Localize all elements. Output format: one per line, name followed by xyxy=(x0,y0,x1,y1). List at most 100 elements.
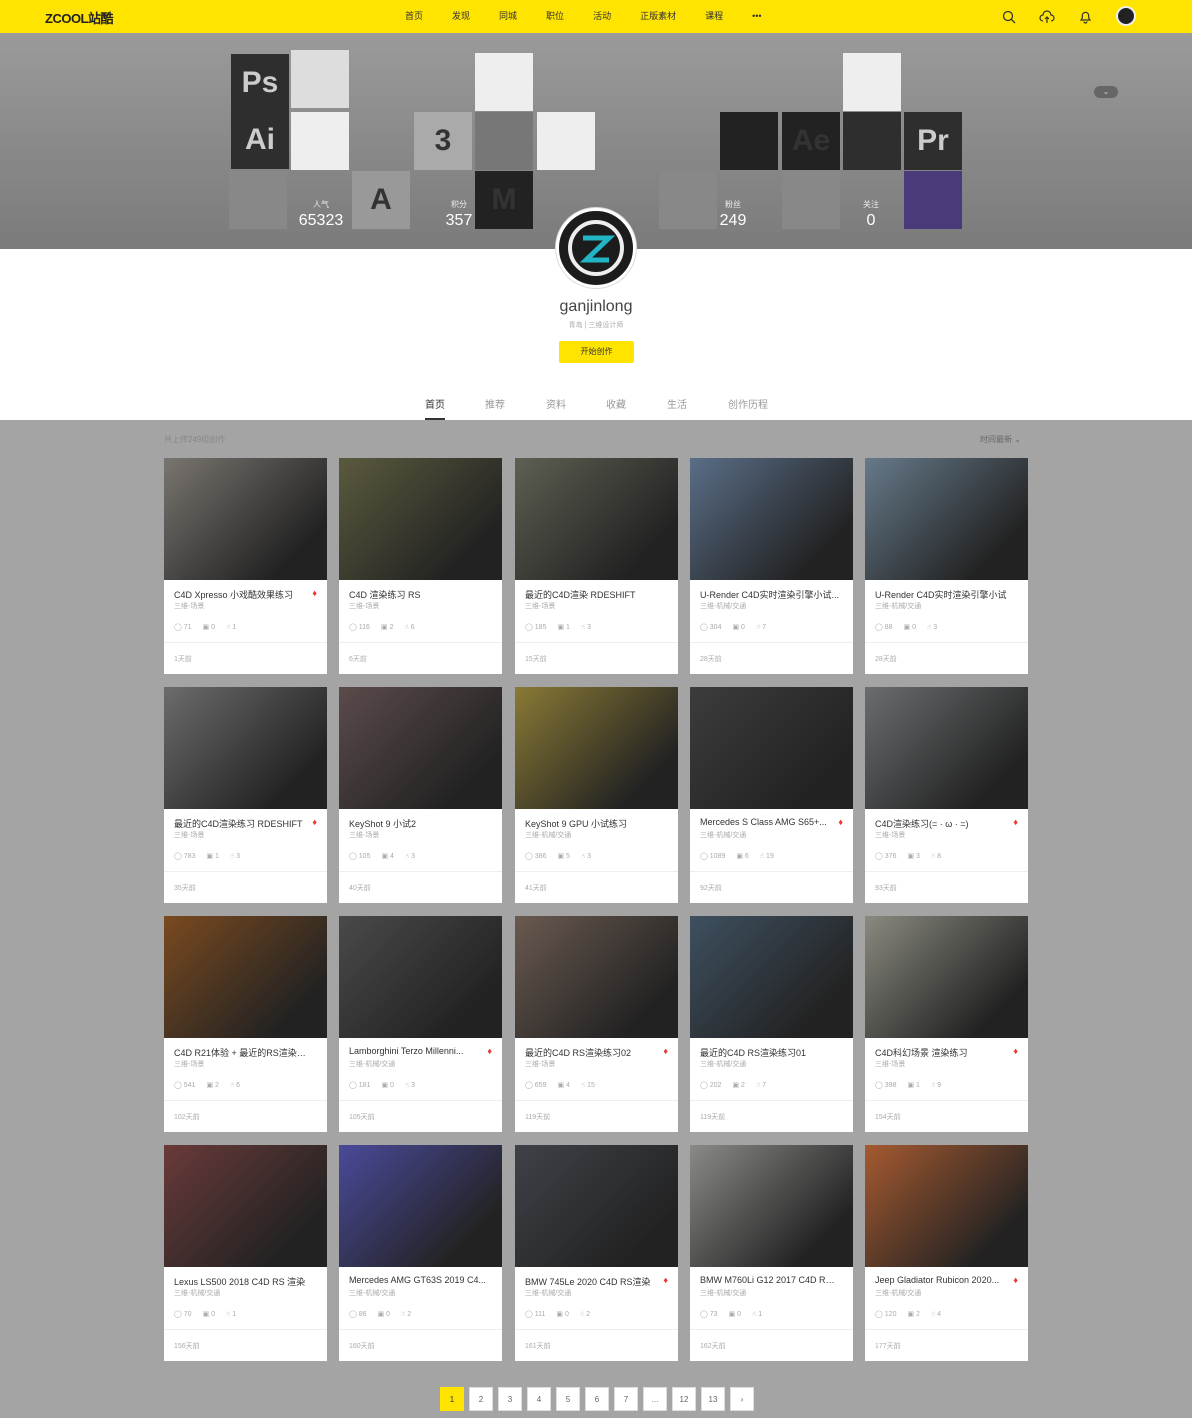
work-thumbnail[interactable] xyxy=(339,458,502,580)
nav-item-4[interactable]: 活动 xyxy=(593,0,611,33)
nav-item-5[interactable]: 正版素材 xyxy=(640,0,676,33)
work-title[interactable]: 最近的C4D RS渲染练习02 xyxy=(525,1046,665,1059)
work-title[interactable]: U-Render C4D实时渲染引擎小试... xyxy=(700,588,840,601)
chevron-down-icon[interactable]: ⌄ xyxy=(1094,86,1118,98)
nav-item-3[interactable]: 职位 xyxy=(546,0,564,33)
page-button-2[interactable]: 3 xyxy=(498,1387,522,1411)
nav-item-0[interactable]: 首页 xyxy=(405,0,423,33)
work-title[interactable]: Mercedes S Class AMG S65+... xyxy=(700,817,840,827)
work-card[interactable]: Mercedes S Class AMG S65+... ♦ 三维-机械/交通 ◯ 1… xyxy=(690,687,853,903)
work-title[interactable]: C4D渲染练习(= · ω · =) xyxy=(875,817,1015,830)
page-button-0[interactable]: 1 xyxy=(440,1387,464,1411)
software-icon xyxy=(229,171,287,229)
nav-item-1[interactable]: 发现 xyxy=(452,0,470,33)
page-button-3[interactable]: 4 xyxy=(527,1387,551,1411)
work-title[interactable]: Jeep Gladiator Rubicon 2020... xyxy=(875,1275,1015,1285)
work-card[interactable]: U-Render C4D实时渲染引擎小试 三维-机械/交通 ◯ 88 ▣ 0 ☝ 3 28… xyxy=(865,458,1028,674)
tab-5[interactable]: 创作历程 xyxy=(728,396,768,411)
work-thumbnail[interactable] xyxy=(164,687,327,809)
user-avatar-small[interactable] xyxy=(1116,6,1136,26)
start-creating-button[interactable]: 开始创作 xyxy=(559,341,634,363)
work-title[interactable]: C4D R21体验 + 最近的RS渲染练习 xyxy=(174,1046,314,1059)
page-button-10[interactable]: › xyxy=(730,1387,754,1411)
work-time: 28天前 xyxy=(700,656,722,663)
work-card[interactable]: Mercedes AMG GT63S 2019 C4... 三维-机械/交通 ◯ 8… xyxy=(339,1145,502,1361)
work-card[interactable]: Jeep Gladiator Rubicon 2020... ♦ 三维-机械/交通 ◯… xyxy=(865,1145,1028,1361)
tab-4[interactable]: 生活 xyxy=(667,396,687,411)
likes-count: 1 xyxy=(232,1311,237,1318)
page-button-1[interactable]: 2 xyxy=(469,1387,493,1411)
work-title[interactable]: C4D 渲染练习 RS xyxy=(349,588,489,601)
work-thumbnail[interactable] xyxy=(865,687,1028,809)
likes-count: 3 xyxy=(587,624,592,631)
nav-item-7[interactable]: ••• xyxy=(752,0,761,33)
work-card[interactable]: 最近的C4D RS渲染练习02 ♦ 三维-场景 ◯ 659 ▣ 4 ☝ 15 119天前 xyxy=(515,916,678,1132)
sort-select[interactable]: 时间最新 ⌄ xyxy=(980,434,1021,445)
work-card[interactable]: C4D Xpresso 小戏酷效果练习 ♦ 三维-场景 ◯ 71 ▣ 0 ☝ 1 1天前 xyxy=(164,458,327,674)
work-thumbnail[interactable] xyxy=(164,1145,327,1267)
work-title[interactable]: 最近的C4D渲染 RDESHIFT xyxy=(525,588,665,601)
work-card[interactable]: Lexus LS500 2018 C4D RS 渲染 三维-机械/交通 ◯ 70 ▣ … xyxy=(164,1145,327,1361)
work-thumbnail[interactable] xyxy=(164,458,327,580)
work-title[interactable]: BMW 745Le 2020 C4D RS渲染 xyxy=(525,1275,665,1288)
work-thumbnail[interactable] xyxy=(339,687,502,809)
work-title[interactable]: BMW M760Li G12 2017 C4D RS ... xyxy=(700,1275,840,1285)
work-title[interactable]: C4D科幻场景 渲染练习 xyxy=(875,1046,1015,1059)
page-button-4[interactable]: 5 xyxy=(556,1387,580,1411)
work-thumbnail[interactable] xyxy=(515,916,678,1038)
search-icon[interactable] xyxy=(1000,8,1018,26)
work-thumbnail[interactable] xyxy=(865,916,1028,1038)
work-title[interactable]: Mercedes AMG GT63S 2019 C4... xyxy=(349,1275,489,1285)
page-button-9[interactable]: 13 xyxy=(701,1387,725,1411)
likes-icon: ☝ 6 xyxy=(229,1082,241,1089)
work-thumbnail[interactable] xyxy=(339,1145,502,1267)
work-title[interactable]: C4D Xpresso 小戏酷效果练习 xyxy=(174,588,314,601)
work-card[interactable]: U-Render C4D实时渲染引擎小试... 三维-机械/交通 ◯ 304 ▣ 0 ☝… xyxy=(690,458,853,674)
work-card[interactable]: KeyShot 9 GPU 小试练习 三维-机械/交通 ◯ 386 ▣ 5 ☝ 3 41天… xyxy=(515,687,678,903)
work-thumbnail[interactable] xyxy=(690,1145,853,1267)
upload-icon[interactable] xyxy=(1038,8,1056,26)
work-thumbnail[interactable] xyxy=(164,916,327,1038)
work-card[interactable]: 最近的C4D RS渲染练习01 三维-机械/交通 ◯ 202 ▣ 2 ☝ 7 119天前 xyxy=(690,916,853,1132)
work-thumbnail[interactable] xyxy=(339,916,502,1038)
work-title[interactable]: KeyShot 9 GPU 小试练习 xyxy=(525,817,665,830)
work-card[interactable]: BMW 745Le 2020 C4D RS渲染 ♦ 三维-机械/交通 ◯ 111 ▣ 0… xyxy=(515,1145,678,1361)
tab-1[interactable]: 推荐 xyxy=(485,396,505,411)
work-thumbnail[interactable] xyxy=(690,687,853,809)
logo[interactable]: ZCOOL站酷 xyxy=(45,8,114,27)
work-title[interactable]: U-Render C4D实时渲染引擎小试 xyxy=(875,588,1015,601)
page-button-6[interactable]: 7 xyxy=(614,1387,638,1411)
page-button-7[interactable]: ... xyxy=(643,1387,667,1411)
work-thumbnail[interactable] xyxy=(515,458,678,580)
bell-icon[interactable] xyxy=(1076,8,1094,26)
work-card[interactable]: Lamborghini Terzo Millenni... ♦ 三维-机械/交通 ◯ … xyxy=(339,916,502,1132)
work-title[interactable]: 最近的C4D RS渲染练习01 xyxy=(700,1046,840,1059)
page-button-5[interactable]: 6 xyxy=(585,1387,609,1411)
work-card[interactable]: C4D科幻场景 渲染练习 ♦ 三维-场景 ◯ 398 ▣ 1 ☝ 9 154天前 xyxy=(865,916,1028,1132)
page-button-8[interactable]: 12 xyxy=(672,1387,696,1411)
work-thumbnail[interactable] xyxy=(515,1145,678,1267)
work-thumbnail[interactable] xyxy=(515,687,678,809)
work-card[interactable]: 最近的C4D渲染练习 RDESHIFT ♦ 三维-场景 ◯ 783 ▣ 1 ☝ 3 35天前 xyxy=(164,687,327,903)
work-card[interactable]: C4D渲染练习(= · ω · =) ♦ 三维-场景 ◯ 376 ▣ 3 ☝ 8 93天前 xyxy=(865,687,1028,903)
tab-3[interactable]: 收藏 xyxy=(606,396,626,411)
work-thumbnail[interactable] xyxy=(865,1145,1028,1267)
work-card[interactable]: C4D R21体验 + 最近的RS渲染练习 三维-场景 ◯ 541 ▣ 2 ☝ 6 102… xyxy=(164,916,327,1132)
work-card[interactable]: 最近的C4D渲染 RDESHIFT 三维-场景 ◯ 185 ▣ 1 ☝ 3 15天前 xyxy=(515,458,678,674)
likes-count: 7 xyxy=(762,624,767,631)
work-card[interactable]: BMW M760Li G12 2017 C4D RS ... 三维-机械/交通 ◯ … xyxy=(690,1145,853,1361)
profile-avatar[interactable] xyxy=(556,208,636,288)
work-card[interactable]: C4D 渲染练习 RS 三维-场景 ◯ 116 ▣ 2 ☝ 6 6天前 xyxy=(339,458,502,674)
work-title[interactable]: 最近的C4D渲染练习 RDESHIFT xyxy=(174,817,314,830)
work-thumbnail[interactable] xyxy=(865,458,1028,580)
tab-2[interactable]: 资料 xyxy=(546,396,566,411)
work-title[interactable]: Lamborghini Terzo Millenni... xyxy=(349,1046,489,1056)
tab-0[interactable]: 首页 xyxy=(425,396,445,420)
work-title[interactable]: KeyShot 9 小试2 xyxy=(349,817,489,830)
work-title[interactable]: Lexus LS500 2018 C4D RS 渲染 xyxy=(174,1275,314,1288)
work-card[interactable]: KeyShot 9 小试2 三维-场景 ◯ 105 ▣ 4 ☝ 3 40天前 xyxy=(339,687,502,903)
nav-item-6[interactable]: 课程 xyxy=(705,0,723,33)
work-thumbnail[interactable] xyxy=(690,458,853,580)
nav-item-2[interactable]: 同城 xyxy=(499,0,517,33)
work-thumbnail[interactable] xyxy=(690,916,853,1038)
